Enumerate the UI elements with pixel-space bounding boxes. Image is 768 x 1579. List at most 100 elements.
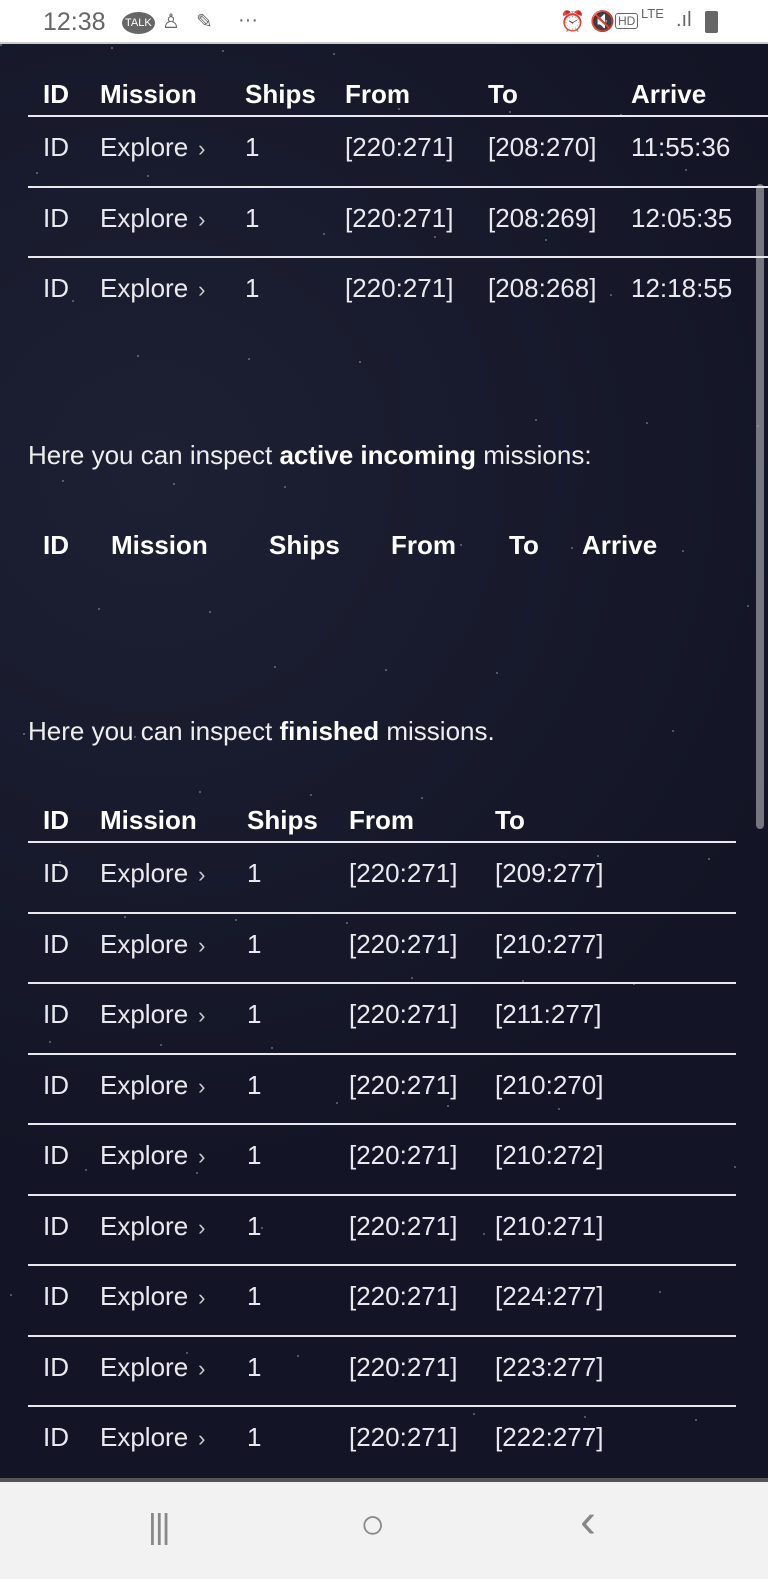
id-cell: ID <box>43 999 69 1029</box>
star-decoration <box>496 672 498 674</box>
mission-row: ID Explore › 1 [220:271] [208:268] 12:18:55 <box>0 273 768 343</box>
mission-link[interactable]: Explore › <box>100 929 205 960</box>
missions-page: Here you can inspect active incoming mis… <box>0 44 768 1478</box>
column-header: ID <box>43 79 69 109</box>
row-divider <box>28 115 768 117</box>
star-decoration <box>385 669 387 671</box>
finished-intro: Here you can inspect finished missions. <box>28 716 495 746</box>
arrive-cell: 12:05:35 <box>631 202 733 233</box>
row-divider <box>28 1052 736 1055</box>
column-header: From <box>345 79 410 109</box>
to-cell: [222:277] <box>495 1422 604 1452</box>
arrive-cell: 12:18:55 <box>631 273 733 303</box>
row-divider <box>28 1405 736 1407</box>
mission-link[interactable]: Explore › <box>100 1422 205 1453</box>
to-cell: [210:272] <box>495 1140 604 1170</box>
ships-cell: 1 <box>245 132 260 162</box>
row-divider <box>28 1193 736 1196</box>
back-button[interactable]: ‹ <box>580 1494 596 1549</box>
mission-row: ID Explore › 1 [220:271] [210:277] <box>0 929 768 999</box>
column-header: ID <box>43 530 69 560</box>
star-decoration <box>173 483 175 485</box>
id-cell: ID <box>43 1069 69 1100</box>
mission-link[interactable]: Explore › <box>100 1352 205 1383</box>
id-cell: ID <box>43 1210 69 1241</box>
column-header: Ships <box>247 805 318 835</box>
chevron-right-icon: › <box>198 1073 206 1099</box>
star-decoration <box>747 605 749 607</box>
from-cell: [220:271] <box>349 1351 458 1382</box>
incoming-table-header: ID Mission Ships From To Arrive <box>0 530 768 600</box>
mission-link[interactable]: Explore › <box>100 999 205 1030</box>
mission-link[interactable]: Explore › <box>100 858 205 889</box>
star-decoration <box>757 425 759 427</box>
chevron-right-icon: › <box>198 1214 206 1240</box>
battery-icon <box>705 11 718 33</box>
chevron-right-icon: › <box>198 862 206 887</box>
chevron-right-icon: › <box>198 1003 206 1028</box>
id-cell: ID <box>43 132 69 162</box>
column-header: Arrive <box>631 79 707 109</box>
more-icon: ··· <box>238 9 258 31</box>
star-decoration <box>111 47 113 49</box>
feather-icon: ✎ <box>196 11 213 33</box>
mission-link[interactable]: Explore › <box>100 203 205 234</box>
mission-link[interactable]: Explore › <box>100 1070 205 1101</box>
mission-link[interactable]: Explore › <box>100 273 205 304</box>
hd-icon: HD <box>615 13 639 29</box>
star-decoration <box>222 50 224 52</box>
ships-cell: 1 <box>247 1210 262 1241</box>
mission-row: ID Explore › 1 [220:271] [210:271] <box>0 1211 768 1281</box>
id-cell: ID <box>43 928 69 959</box>
column-header: From <box>391 530 456 560</box>
home-button[interactable]: ○ <box>360 1500 385 1548</box>
from-cell: [220:271] <box>349 1422 458 1452</box>
star-decoration <box>134 736 136 738</box>
id-cell: ID <box>43 202 69 233</box>
from-cell: [220:271] <box>345 273 454 303</box>
ships-cell: 1 <box>247 999 262 1029</box>
star-decoration <box>137 355 139 357</box>
column-header: Ships <box>245 79 316 109</box>
alarm-icon: ⏰ <box>560 11 585 33</box>
nav-bar: ||| ○ ‹ <box>0 1478 768 1579</box>
chevron-right-icon: › <box>198 1144 206 1169</box>
column-header: ID <box>43 805 69 835</box>
mission-link[interactable]: Explore › <box>100 1211 205 1242</box>
star-decoration <box>23 733 25 735</box>
column-header: Mission <box>100 79 197 109</box>
mission-row: ID Explore › 1 [220:271] [208:270] 11:55:36 <box>0 132 768 202</box>
star-decoration <box>62 480 64 482</box>
mission-row: ID Explore › 1 [220:271] [209:277] <box>0 858 768 928</box>
mission-row: ID Explore › 1 [220:271] [210:272] <box>0 1140 768 1210</box>
mission-row: ID Explore › 1 [220:271] [211:277] <box>0 999 768 1069</box>
star-decoration <box>274 666 276 668</box>
id-cell: ID <box>43 1140 69 1170</box>
to-cell: [210:277] <box>495 928 604 959</box>
talk-icon: TALK <box>122 12 155 34</box>
chevron-right-icon: › <box>198 136 206 161</box>
to-cell: [208:270] <box>488 132 597 162</box>
row-divider <box>28 185 768 188</box>
id-cell: ID <box>43 1422 69 1452</box>
mission-row: ID Explore › 1 [220:271] [224:277] <box>0 1281 768 1351</box>
ships-cell: 1 <box>247 1422 262 1452</box>
mission-link[interactable]: Explore › <box>100 1140 205 1171</box>
mission-link[interactable]: Explore › <box>100 132 205 163</box>
star-decoration <box>284 486 286 488</box>
star-decoration <box>672 730 674 732</box>
ships-cell: 1 <box>245 273 260 303</box>
to-cell: [224:277] <box>495 1281 604 1311</box>
mission-link[interactable]: Explore › <box>100 1281 205 1312</box>
person-icon: ♙ <box>162 11 180 33</box>
column-header: Mission <box>100 805 197 835</box>
from-cell: [220:271] <box>349 1210 458 1241</box>
from-cell: [220:271] <box>349 1281 458 1311</box>
id-cell: ID <box>43 273 69 303</box>
ships-cell: 1 <box>247 1351 262 1382</box>
recent-apps-button[interactable]: ||| <box>148 1508 170 1547</box>
mission-row: ID Explore › 1 [220:271] [223:277] <box>0 1352 768 1422</box>
star-decoration <box>359 361 361 363</box>
ships-cell: 1 <box>247 1069 262 1100</box>
to-cell: [208:268] <box>488 273 597 303</box>
